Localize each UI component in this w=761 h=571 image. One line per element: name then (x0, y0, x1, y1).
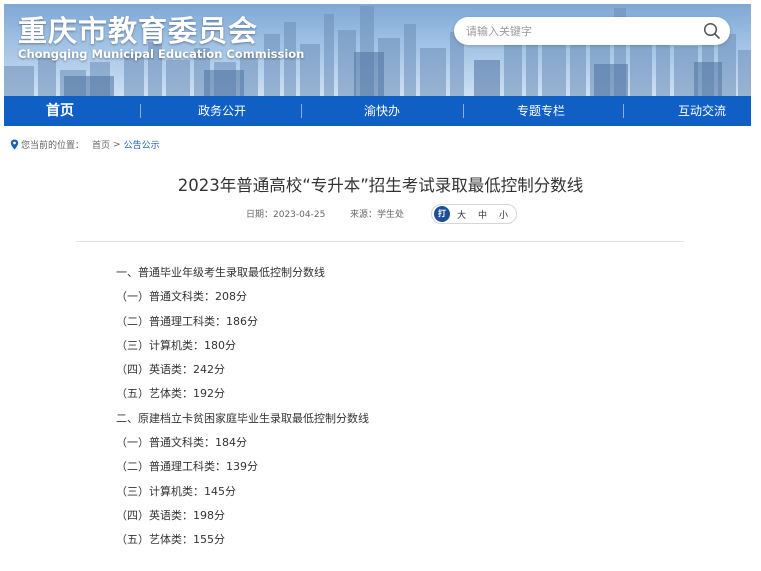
font-size-switcher: 打 大 中 小 (431, 204, 517, 224)
search-box (454, 17, 730, 45)
content-line: （一）普通文科类：208分 (116, 290, 247, 304)
content-line: （五）艺体类：192分 (116, 387, 225, 401)
breadcrumb-current-link[interactable]: 公告公示 (124, 138, 160, 151)
breadcrumb-separator: > (113, 139, 121, 150)
content-line: （五）艺体类：155分 (116, 533, 225, 547)
site-title: 重庆市教育委员会 (18, 14, 259, 48)
nav-item-government-affairs[interactable]: 政务公开 (172, 96, 272, 126)
content-line: （一）普通文科类：184分 (116, 436, 247, 450)
nav-item-special-topics[interactable]: 专题专栏 (491, 96, 591, 126)
content-line: （四）英语类：198分 (116, 508, 225, 522)
breadcrumb-home-link[interactable]: 首页 (92, 138, 110, 151)
site-subtitle: Chongqing Municipal Education Commission (18, 47, 305, 61)
content-line: （二）普通理工科类：186分 (116, 314, 258, 328)
article-title: 2023年普通高校“专升本”招生考试录取最低控制分数线 (177, 176, 584, 195)
nav-item-home[interactable]: 首页 (4, 96, 116, 126)
breadcrumb: 您当前的位置： 首页 > 公告公示 (10, 138, 160, 151)
search-icon[interactable] (702, 21, 722, 41)
nav-separator (301, 104, 302, 118)
breadcrumb-prefix: 您当前的位置： (21, 141, 85, 151)
nav-separator (623, 104, 624, 118)
font-size-small-button[interactable]: 小 (499, 208, 508, 221)
title-divider (76, 241, 684, 242)
font-size-medium-button[interactable]: 中 (478, 208, 487, 221)
nav-separator (463, 104, 464, 118)
nav-item-yukuaiban[interactable]: 渝快办 (332, 96, 432, 126)
search-input[interactable] (466, 17, 686, 45)
content-line: （二）普通理工科类：139分 (116, 460, 258, 474)
main-nav: 首页 政务公开 渝快办 专题专栏 互动交流 (4, 96, 751, 126)
nav-item-interaction[interactable]: 互动交流 (652, 96, 752, 126)
content-heading: 一、普通毕业年级考生录取最低控制分数线 (116, 266, 325, 279)
font-size-large-button[interactable]: 大 (457, 208, 466, 221)
content-line: （四）英语类：242分 (116, 363, 225, 377)
article-source: 来源：学生处 (350, 210, 405, 220)
content-heading: 二、原建档立卡贫困家庭毕业生录取最低控制分数线 (116, 411, 369, 425)
header-banner: 重庆市教育委员会 Chongqing Municipal Education C… (4, 4, 751, 96)
content-line: （三）计算机类：145分 (116, 484, 236, 498)
content-line: （三）计算机类：180分 (116, 338, 236, 352)
article-date: 日期：2023-04-25 (246, 210, 326, 220)
article-content: 一、普通毕业年级考生录取最低控制分数线 （一）普通文科类：208分 （二）普通理… (116, 263, 676, 555)
print-icon[interactable]: 打 (434, 206, 450, 222)
location-pin-icon (10, 139, 19, 150)
nav-separator (140, 104, 141, 118)
